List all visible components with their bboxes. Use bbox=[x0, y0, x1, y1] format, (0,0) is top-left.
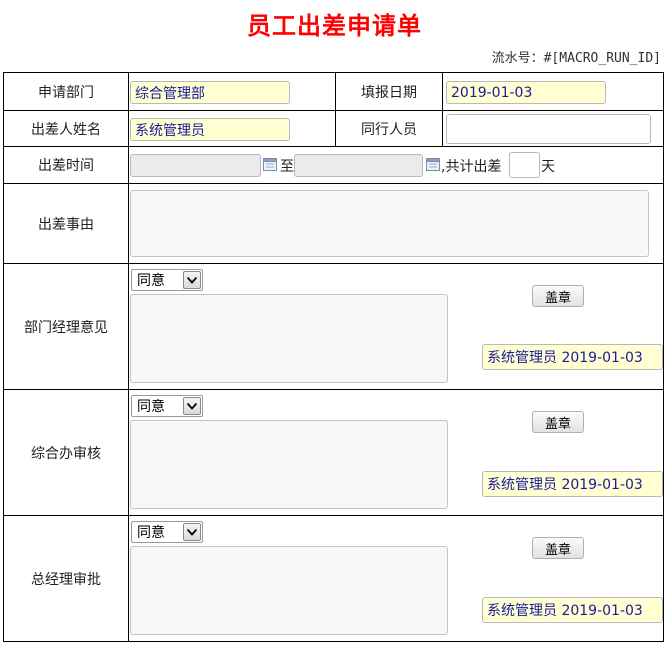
general-manager-opinion-select[interactable]: 同意 bbox=[131, 521, 203, 543]
fill-date-label: 填报日期 bbox=[361, 84, 417, 101]
general-manager-label: 总经理审批 bbox=[31, 571, 101, 588]
stamp-button[interactable]: 盖章 bbox=[532, 285, 584, 307]
department-field[interactable]: 综合管理部 bbox=[130, 81, 290, 104]
selected-opinion: 同意 bbox=[137, 399, 165, 415]
admin-office-opinion-select[interactable]: 同意 bbox=[131, 395, 203, 417]
fill-date-field[interactable]: 2019-01-03 bbox=[446, 81, 606, 104]
selected-opinion: 同意 bbox=[137, 525, 165, 541]
selected-opinion: 同意 bbox=[137, 273, 165, 289]
general-manager-signature[interactable]: 系统管理员 2019-01-03 bbox=[482, 597, 663, 623]
days-unit-text: 天 bbox=[541, 159, 555, 175]
department-label: 申请部门 bbox=[38, 84, 94, 101]
admin-office-comment[interactable] bbox=[130, 420, 448, 509]
chevron-down-icon bbox=[183, 397, 201, 415]
traveler-name-label: 出差人姓名 bbox=[31, 121, 101, 138]
days-field[interactable] bbox=[509, 152, 540, 178]
trip-time-label: 出差时间 bbox=[38, 158, 94, 174]
dept-manager-label: 部门经理意见 bbox=[24, 319, 108, 336]
start-date-field[interactable] bbox=[130, 154, 261, 177]
dept-manager-opinion-select[interactable]: 同意 bbox=[131, 269, 203, 291]
reason-textarea[interactable] bbox=[130, 190, 649, 257]
column-divider bbox=[128, 72, 129, 642]
end-date-field[interactable] bbox=[294, 154, 423, 177]
dept-manager-comment[interactable] bbox=[130, 294, 448, 383]
stamp-button[interactable]: 盖章 bbox=[532, 411, 584, 433]
reason-label: 出差事由 bbox=[38, 216, 94, 233]
stamp-button[interactable]: 盖章 bbox=[532, 537, 584, 559]
dept-manager-signature[interactable]: 系统管理员 2019-01-03 bbox=[482, 344, 663, 370]
chevron-down-icon bbox=[183, 271, 201, 289]
companions-field[interactable] bbox=[446, 114, 651, 144]
companions-label: 同行人员 bbox=[361, 121, 417, 138]
serial-number: 流水号：#[MACRO_RUN_ID] bbox=[491, 51, 661, 66]
total-days-text: ,共计出差 bbox=[441, 159, 502, 175]
to-text: 至 bbox=[280, 159, 294, 175]
general-manager-comment[interactable] bbox=[130, 546, 448, 635]
page-title: 员工出差申请单 bbox=[247, 12, 422, 40]
calendar-icon[interactable] bbox=[426, 157, 440, 171]
traveler-name-field[interactable]: 系统管理员 bbox=[130, 118, 290, 141]
admin-office-label: 综合办审核 bbox=[31, 445, 101, 462]
column-divider bbox=[442, 72, 443, 147]
chevron-down-icon bbox=[183, 523, 201, 541]
admin-office-signature[interactable]: 系统管理员 2019-01-03 bbox=[482, 471, 663, 497]
calendar-icon[interactable] bbox=[263, 157, 277, 171]
